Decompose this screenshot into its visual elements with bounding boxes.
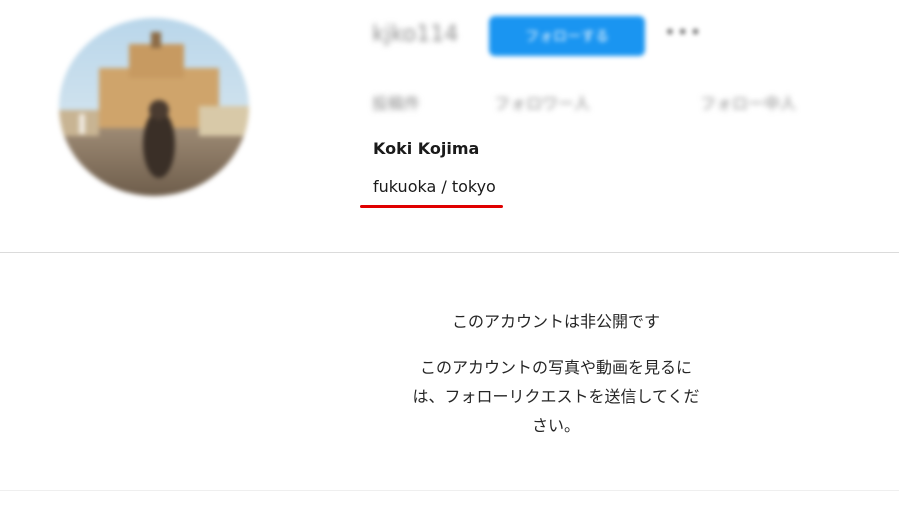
more-dots-icon[interactable]: ••• — [664, 20, 702, 44]
following-count[interactable]: フォロー中人 — [700, 90, 796, 114]
profile-full-name: Koki Kojima — [373, 139, 480, 158]
highlight-underline — [360, 205, 503, 208]
username: kjko114 — [372, 22, 459, 47]
avatar-photo — [59, 18, 249, 196]
section-divider — [0, 252, 899, 253]
posts-count: 投稿件 — [372, 94, 421, 113]
followers-count[interactable]: フォロワー人 — [494, 90, 590, 114]
profile-page: kjko114 フォローする ••• 投稿件 フォロワー人 フォロー中人 Kok… — [0, 0, 899, 520]
profile-avatar[interactable] — [59, 18, 249, 196]
private-account-message: このアカウントの写真や動画を見るには、フォローリクエストを送信してください。 — [412, 358, 700, 435]
section-divider-bottom — [0, 490, 899, 491]
profile-bio: fukuoka / tokyo — [373, 177, 496, 196]
private-account-title: このアカウントは非公開です — [451, 312, 660, 331]
follow-button[interactable]: フォローする — [489, 16, 645, 56]
